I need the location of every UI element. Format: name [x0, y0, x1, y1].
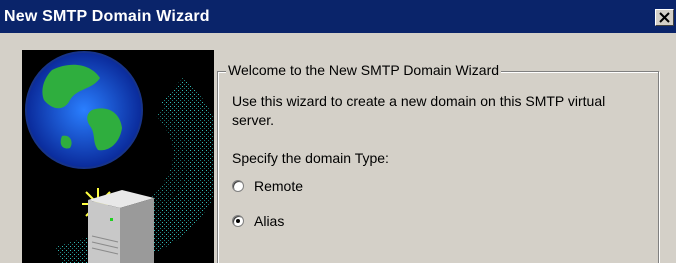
- close-button[interactable]: [655, 9, 674, 26]
- radio-remote-label[interactable]: Remote: [254, 178, 303, 194]
- close-icon: [659, 12, 670, 23]
- radio-remote[interactable]: Remote: [232, 178, 303, 194]
- server-icon: [88, 190, 154, 263]
- wizard-window: New SMTP Domain Wizard Welcome to the Ne…: [0, 0, 676, 263]
- radio-alias[interactable]: Alias: [232, 213, 284, 229]
- wizard-description: Use this wizard to create a new domain o…: [232, 93, 606, 128]
- domain-type-prompt: Specify the domain Type:: [232, 150, 389, 166]
- group-title: Welcome to the New SMTP Domain Wizard: [226, 62, 502, 78]
- wizard-illustration: [22, 50, 214, 263]
- wizard-art-svg: [25, 51, 214, 263]
- radio-remote-circle[interactable]: [232, 180, 244, 192]
- window-title: New SMTP Domain Wizard: [4, 8, 210, 25]
- globe-icon: [25, 51, 143, 169]
- title-bar[interactable]: New SMTP Domain Wizard: [0, 0, 676, 33]
- radio-alias-circle[interactable]: [232, 215, 244, 227]
- wizard-content: Use this wizard to create a new domain o…: [232, 92, 632, 229]
- radio-alias-label[interactable]: Alias: [254, 213, 284, 229]
